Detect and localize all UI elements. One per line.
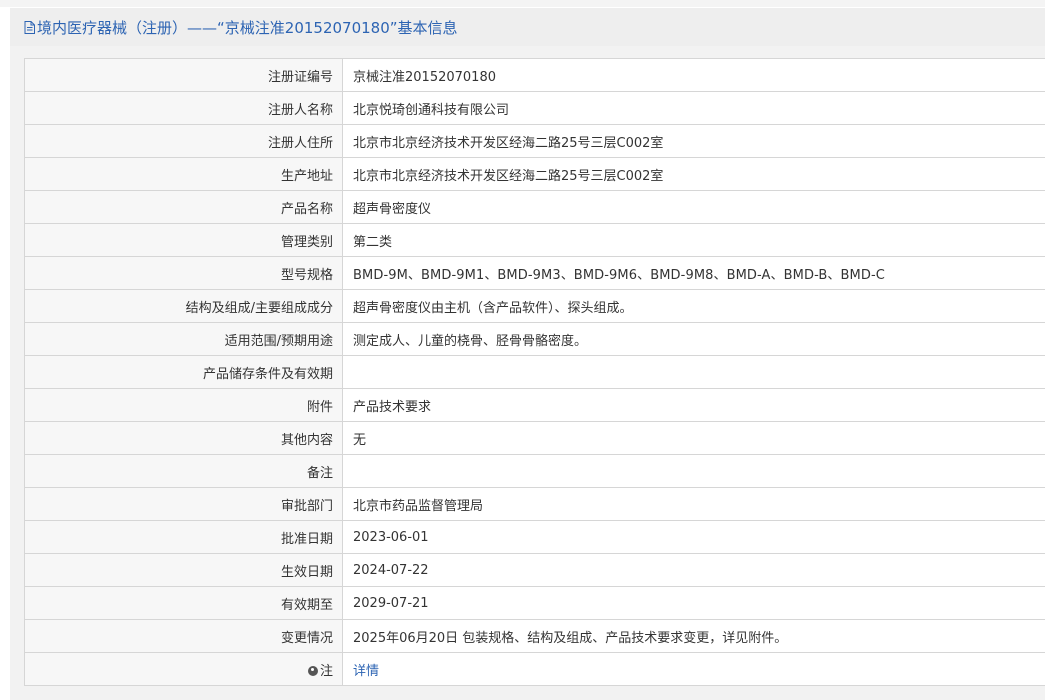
row-label: 审批部门: [24, 487, 343, 521]
row-label: 有效期至: [24, 586, 343, 620]
row-value: 北京市药品监督管理局: [342, 487, 1045, 521]
table-row: 管理类别 第二类: [24, 223, 1045, 257]
row-value: 超声骨密度仪由主机（含产品软件）、探头组成。: [342, 289, 1045, 323]
row-label: 管理类别: [24, 223, 343, 257]
note-row: 注 详情: [24, 652, 1045, 686]
row-value: 北京市北京经济技术开发区经海二路25号三层C002室: [342, 124, 1045, 158]
row-label: 产品储存条件及有效期: [24, 355, 343, 389]
row-label: 注册人名称: [24, 91, 343, 125]
row-label: 生产地址: [24, 157, 343, 191]
row-value: [342, 355, 1045, 389]
row-value: BMD-9M、BMD-9M1、BMD-9M3、BMD-9M6、BMD-9M8、B…: [342, 256, 1045, 290]
table-row: 备注: [24, 454, 1045, 488]
table-row: 结构及组成/主要组成成分 超声骨密度仪由主机（含产品软件）、探头组成。: [24, 289, 1045, 323]
row-label: 结构及组成/主要组成成分: [24, 289, 343, 323]
table-row: 产品名称 超声骨密度仪: [24, 190, 1045, 224]
row-label: 备注: [24, 454, 343, 488]
page: 境内医疗器械（注册）——“京械注准20152070180”基本信息 注册证编号京…: [0, 0, 1045, 700]
row-value: [342, 454, 1045, 488]
row-value: 2024-07-22: [342, 553, 1045, 587]
table-row: 型号规格 BMD-9M、BMD-9M1、BMD-9M3、BMD-9M6、BMD-9…: [24, 256, 1045, 290]
page-header: 境内医疗器械（注册）——“京械注准20152070180”基本信息: [10, 8, 1045, 46]
row-value: 京械注准20152070180: [342, 58, 1045, 92]
note-value-cell: 详情: [342, 652, 1045, 686]
row-label: 注册人住所: [24, 124, 343, 158]
row-value: 第二类: [342, 223, 1045, 257]
row-label: 注册证编号: [24, 58, 343, 92]
row-value: 2025年06月20日 包装规格、结构及组成、产品技术要求变更，详见附件。: [342, 619, 1045, 653]
table-row: 生产地址 北京市北京经济技术开发区经海二路25号三层C002室: [24, 157, 1045, 191]
page-title: 境内医疗器械（注册）——“京械注准20152070180”基本信息: [37, 18, 458, 37]
row-value: 北京悦琦创通科技有限公司: [342, 91, 1045, 125]
note-label-cell: 注: [24, 652, 343, 686]
row-label: 产品名称: [24, 190, 343, 224]
table-row: 注册证编号 京械注准20152070180: [24, 58, 1045, 92]
row-label: 型号规格: [24, 256, 343, 290]
top-strip: [0, 0, 1045, 7]
row-value: 测定成人、儿童的桡骨、胫骨骨骼密度。: [342, 322, 1045, 356]
row-value: 2023-06-01: [342, 520, 1045, 554]
note-label: 注: [319, 663, 333, 679]
table-row: 适用范围/预期用途 测定成人、儿童的桡骨、胫骨骨骼密度。: [24, 322, 1045, 356]
row-value: 无: [342, 421, 1045, 455]
row-label: 变更情况: [24, 619, 343, 653]
table-row: 附件 产品技术要求: [24, 388, 1045, 422]
row-label: 批准日期: [24, 520, 343, 554]
row-value: 2029-07-21: [342, 586, 1045, 620]
row-value: 超声骨密度仪: [342, 190, 1045, 224]
table-row: 注册人住所 北京市北京经济技术开发区经海二路25号三层C002室: [24, 124, 1045, 158]
note-dot-icon: [307, 665, 318, 676]
table-row: 批准日期 2023-06-01: [24, 520, 1045, 554]
detail-link[interactable]: 详情: [353, 664, 379, 679]
table-row: 其他内容无: [24, 421, 1045, 455]
table-row: 生效日期 2024-07-22: [24, 553, 1045, 587]
row-label: 生效日期: [24, 553, 343, 587]
document-icon: [24, 20, 35, 34]
table-row: 变更情况 2025年06月20日 包装规格、结构及组成、产品技术要求变更，详见附件…: [24, 619, 1045, 653]
row-value: 北京市北京经济技术开发区经海二路25号三层C002室: [342, 157, 1045, 191]
row-label: 附件: [24, 388, 343, 422]
row-value: 产品技术要求: [342, 388, 1045, 422]
table-row: 产品储存条件及有效期: [24, 355, 1045, 389]
info-table-body: 注册证编号 京械注准20152070180 注册人名称 北京悦琦创通科技有限公司 注…: [24, 58, 1045, 686]
table-row: 审批部门 北京市药品监督管理局: [24, 487, 1045, 521]
info-table: 注册证编号 京械注准20152070180 注册人名称 北京悦琦创通科技有限公司 注…: [24, 58, 1045, 686]
row-label: 其他内容: [24, 421, 343, 455]
row-label: 适用范围/预期用途: [24, 322, 343, 356]
table-row: 注册人名称 北京悦琦创通科技有限公司: [24, 91, 1045, 125]
table-row: 有效期至 2029-07-21: [24, 586, 1045, 620]
